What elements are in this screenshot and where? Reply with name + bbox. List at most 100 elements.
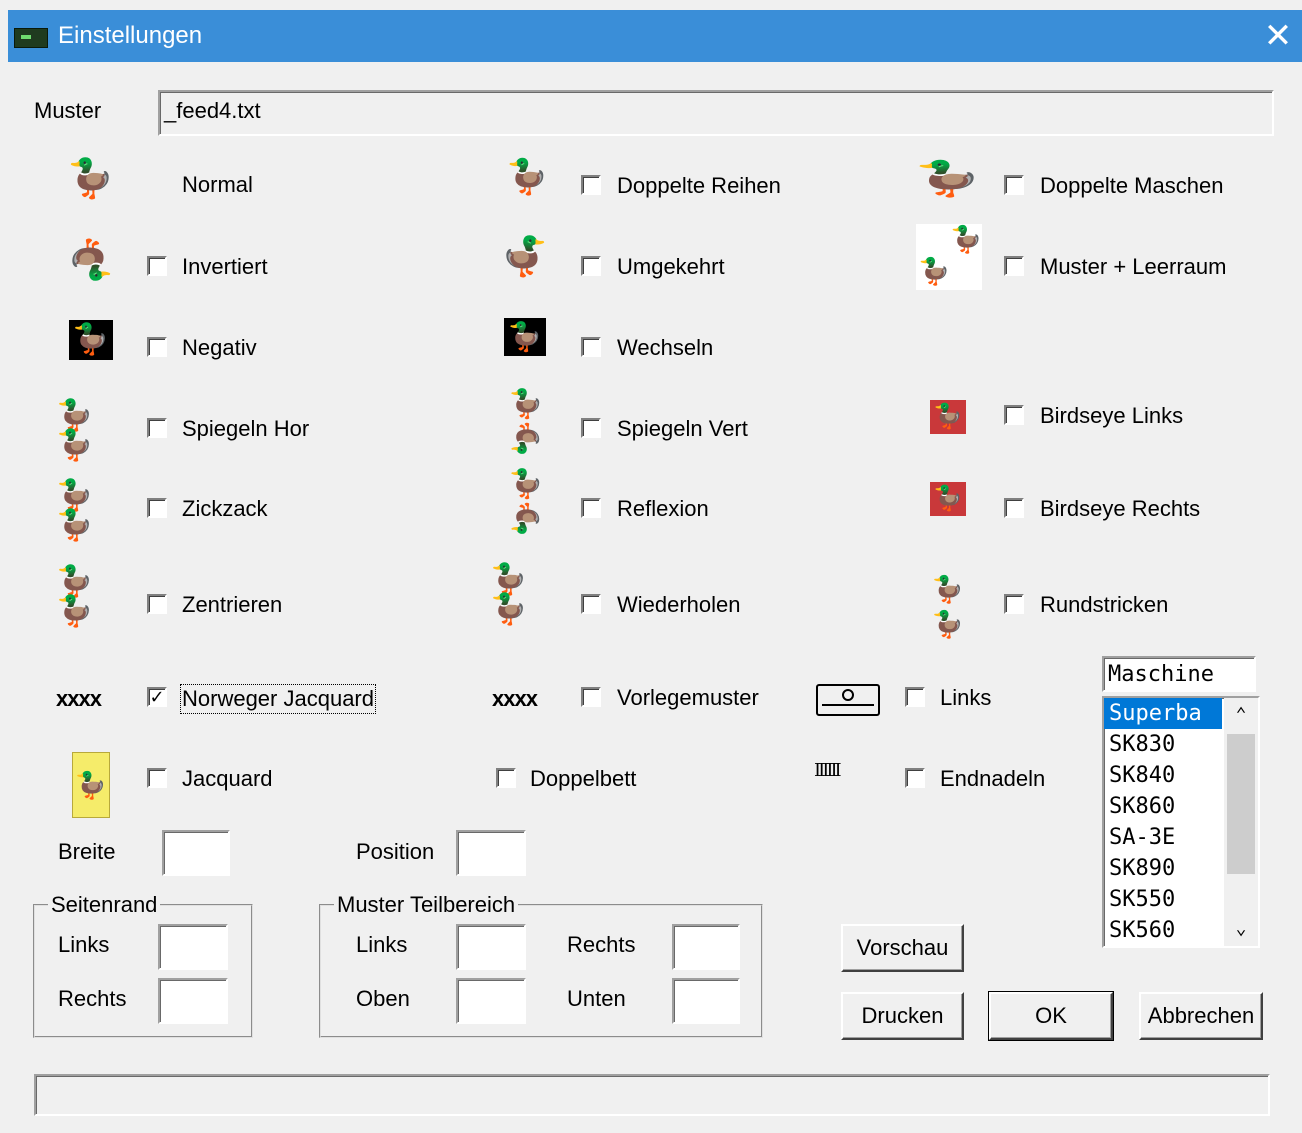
negativ-checkbox[interactable] [147, 337, 167, 357]
duck-mirror-vertical-icon: 🦆 🦆 [508, 388, 544, 454]
doppelbett-label[interactable]: Doppelbett [530, 766, 636, 792]
endnadeln-label[interactable]: Endnadeln [940, 766, 1045, 792]
wiederholen-label[interactable]: Wiederholen [617, 592, 741, 618]
spiegeln-hor-label[interactable]: Spiegeln Hor [182, 416, 309, 442]
listbox-scrollbar[interactable]: ⌃ ⌄ [1224, 698, 1258, 946]
maschine-option[interactable]: Superba [1104, 698, 1222, 729]
maschine-option[interactable]: SK550 [1104, 884, 1222, 915]
maschine-option[interactable]: SK830 [1104, 729, 1222, 760]
doppelte-reihen-label[interactable]: Doppelte Reihen [617, 173, 781, 199]
maschine-option[interactable]: SK890 [1104, 853, 1222, 884]
zentrieren-label[interactable]: Zentrieren [182, 592, 282, 618]
links-checkbox[interactable] [905, 687, 925, 707]
rundstricken-label[interactable]: Rundstricken [1040, 592, 1168, 618]
muster-value: _feed4.txt [164, 98, 261, 123]
zentrieren-checkbox[interactable] [147, 594, 167, 614]
doppelte-reihen-checkbox[interactable] [581, 175, 601, 195]
maschine-listbox[interactable]: Superba SK830 SK840 SK860 SA-3E SK890 SK… [1102, 696, 1260, 948]
doppelte-maschen-label[interactable]: Doppelte Maschen [1040, 173, 1223, 199]
negativ-label[interactable]: Negativ [182, 335, 257, 361]
umgekehrt-checkbox[interactable] [581, 256, 601, 276]
app-window-icon [14, 28, 48, 48]
maschine-option[interactable]: SA-3E [1104, 822, 1222, 853]
vorschau-button[interactable]: Vorschau [841, 924, 964, 972]
muster-field[interactable]: _feed4.txt [158, 90, 1274, 136]
links-label[interactable]: Links [940, 685, 991, 711]
seitenrand-rechts-input[interactable] [158, 978, 228, 1024]
birdseye-rechts-checkbox[interactable] [1004, 498, 1024, 518]
vorlegemuster-label[interactable]: Vorlegemuster [617, 685, 759, 711]
teilbereich-unten-input[interactable] [672, 978, 740, 1024]
invertiert-checkbox[interactable] [147, 256, 167, 276]
drucken-button[interactable]: Drucken [841, 992, 964, 1040]
knitting-machine-icon [816, 684, 880, 716]
umgekehrt-label[interactable]: Umgekehrt [617, 254, 725, 280]
invertiert-label[interactable]: Invertiert [182, 254, 268, 280]
maschine-option[interactable]: SK860 [1104, 791, 1222, 822]
doppelte-maschen-checkbox[interactable] [1004, 175, 1024, 195]
muster-leerraum-checkbox[interactable] [1004, 256, 1024, 276]
teilbereich-links-input[interactable] [456, 924, 526, 970]
duck-birdseye-left-icon: 🦆 [930, 400, 966, 434]
duck-zigzag-icon: 🦆🦆 [56, 479, 94, 542]
spiegeln-hor-checkbox[interactable] [147, 418, 167, 438]
spiegeln-vert-checkbox[interactable] [581, 418, 601, 438]
muster-leerraum-label[interactable]: Muster + Leerraum [1040, 254, 1226, 280]
duck-alternate-icon: 🦆 [504, 318, 546, 356]
norweger-jacquard-checkbox[interactable]: ✓ [147, 687, 167, 707]
teilbereich-rechts-label: Rechts [567, 932, 636, 957]
pattern-space-icon: 🦆 🦆 [916, 224, 982, 290]
position-input[interactable] [456, 830, 526, 876]
maschine-input[interactable]: Maschine [1102, 656, 1256, 692]
teilbereich-unten-label: Unten [567, 986, 626, 1011]
duck-double-stitches-icon: 🦆 [914, 160, 982, 198]
abbrechen-button[interactable]: Abbrechen [1139, 992, 1263, 1040]
seitenrand-title: Seitenrand [48, 892, 161, 918]
muster-teilbereich-title: Muster Teilbereich [334, 892, 519, 918]
norweger-jacquard-label[interactable]: Norweger Jacquard [180, 684, 376, 714]
endnadeln-checkbox[interactable] [905, 768, 925, 788]
duck-reflection-icon: 🦆 🦆 [508, 468, 544, 534]
xxxx-icon: xxxx [492, 686, 538, 711]
spiegeln-vert-label[interactable]: Spiegeln Vert [617, 416, 748, 442]
reflexion-checkbox[interactable] [581, 498, 601, 518]
window-title: Einstellungen [58, 22, 203, 49]
rundstricken-checkbox[interactable] [1004, 594, 1024, 614]
birdseye-rechts-label[interactable]: Birdseye Rechts [1040, 496, 1200, 522]
muster-label: Muster [34, 98, 102, 123]
birdseye-links-checkbox[interactable] [1004, 405, 1024, 425]
maschine-option[interactable]: SK840 [1104, 760, 1222, 791]
teilbereich-oben-input[interactable] [456, 978, 526, 1024]
close-icon[interactable]: ✕ [1258, 18, 1298, 54]
wechseln-checkbox[interactable] [581, 337, 601, 357]
reflexion-label[interactable]: Reflexion [617, 496, 709, 522]
birdseye-links-label[interactable]: Birdseye Links [1040, 403, 1183, 429]
wiederholen-checkbox[interactable] [581, 594, 601, 614]
teilbereich-rechts-input[interactable] [672, 924, 740, 970]
jacquard-checkbox[interactable] [147, 768, 167, 788]
zickzack-label[interactable]: Zickzack [182, 496, 268, 522]
seitenrand-links-label: Links [58, 932, 110, 957]
maschine-label: Maschine [1108, 662, 1214, 687]
vorlegemuster-checkbox[interactable] [581, 687, 601, 707]
duck-birdseye-right-icon: 🦆 [930, 482, 966, 516]
jacquard-label[interactable]: Jacquard [182, 766, 273, 792]
normal-label: Normal [182, 172, 253, 197]
seitenrand-links-input[interactable] [158, 924, 228, 970]
breite-input[interactable] [162, 830, 230, 876]
maschine-option[interactable]: SK560 [1104, 915, 1222, 946]
jacquard-icon: 🦆 [72, 752, 110, 818]
duck-reversed-icon: 🦆 [501, 236, 549, 278]
wechseln-label[interactable]: Wechseln [617, 335, 713, 361]
breite-label: Breite [58, 839, 116, 864]
position-label: Position [356, 839, 435, 864]
scroll-down-icon[interactable]: ⌄ [1224, 912, 1258, 946]
teilbereich-oben-label: Oben [356, 986, 410, 1011]
scroll-up-icon[interactable]: ⌃ [1224, 698, 1258, 732]
xxxx-icon: xxxx [56, 686, 102, 711]
zickzack-checkbox[interactable] [147, 498, 167, 518]
ok-button[interactable]: OK [988, 991, 1114, 1041]
duck-normal-icon: 🦆 [67, 158, 115, 200]
doppelbett-checkbox[interactable] [496, 768, 516, 788]
scrollbar-thumb[interactable] [1227, 734, 1255, 874]
